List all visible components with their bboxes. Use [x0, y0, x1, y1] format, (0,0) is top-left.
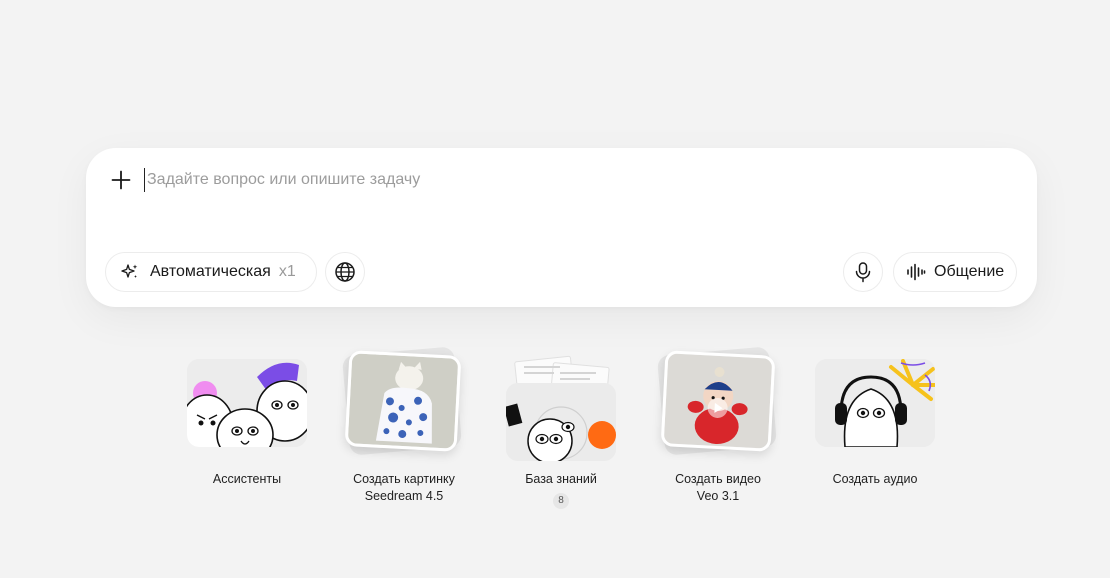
card-title: Ассистенты	[212, 472, 282, 486]
count-badge: 8	[553, 493, 569, 509]
card-title: Создать картинку	[353, 472, 455, 486]
card-create-video[interactable]: Создать видео Veo 3.1	[643, 345, 793, 505]
voice-chat-label: Общение	[934, 263, 1005, 280]
card-title: Создать аудио	[832, 472, 918, 486]
create-video-thumbnail	[643, 345, 793, 465]
waveform-icon	[907, 263, 926, 281]
mascots-illustration	[187, 359, 307, 447]
attach-button[interactable]	[108, 167, 134, 193]
prompt-input[interactable]	[144, 168, 984, 192]
headphones-mascot-illustration	[815, 359, 935, 447]
mode-selector-button[interactable]: Автоматическая x1	[105, 252, 317, 292]
card-create-image[interactable]: Создать картинку Seedream 4.5	[329, 345, 479, 505]
mode-label: Автоматическая	[150, 263, 271, 280]
card-knowledge-base[interactable]: База знаний 8	[486, 345, 636, 509]
assistants-thumbnail	[172, 345, 322, 465]
create-audio-thumbnail	[800, 345, 950, 465]
page: Автоматическая x1 Общение	[0, 0, 1110, 578]
create-image-thumbnail	[329, 345, 479, 465]
prompt-composer: Автоматическая x1 Общение	[86, 148, 1037, 307]
voice-chat-button[interactable]: Общение	[893, 252, 1017, 292]
card-title: База знаний	[525, 472, 597, 486]
card-title: Создать видео	[675, 472, 761, 486]
cat-photo-illustration	[347, 353, 459, 449]
doll-video-illustration	[663, 353, 773, 449]
feature-cards: Ассистенты Создать картинку Seedream 4.5…	[0, 345, 1110, 525]
knowledge-base-thumbnail	[486, 345, 636, 465]
microphone-icon	[855, 262, 871, 283]
plus-icon	[111, 170, 131, 190]
mode-multiplier: x1	[278, 263, 296, 280]
globe-icon	[335, 262, 355, 282]
card-assistants[interactable]: Ассистенты	[172, 345, 322, 488]
card-subtitle: Seedream 4.5	[364, 489, 444, 503]
card-subtitle: Veo 3.1	[696, 489, 740, 503]
voice-input-button[interactable]	[843, 252, 883, 292]
card-create-audio[interactable]: Создать аудио	[800, 345, 950, 488]
sparkle-icon	[121, 264, 138, 278]
web-search-button[interactable]	[325, 252, 365, 292]
knowledge-base-illustration	[506, 383, 616, 461]
